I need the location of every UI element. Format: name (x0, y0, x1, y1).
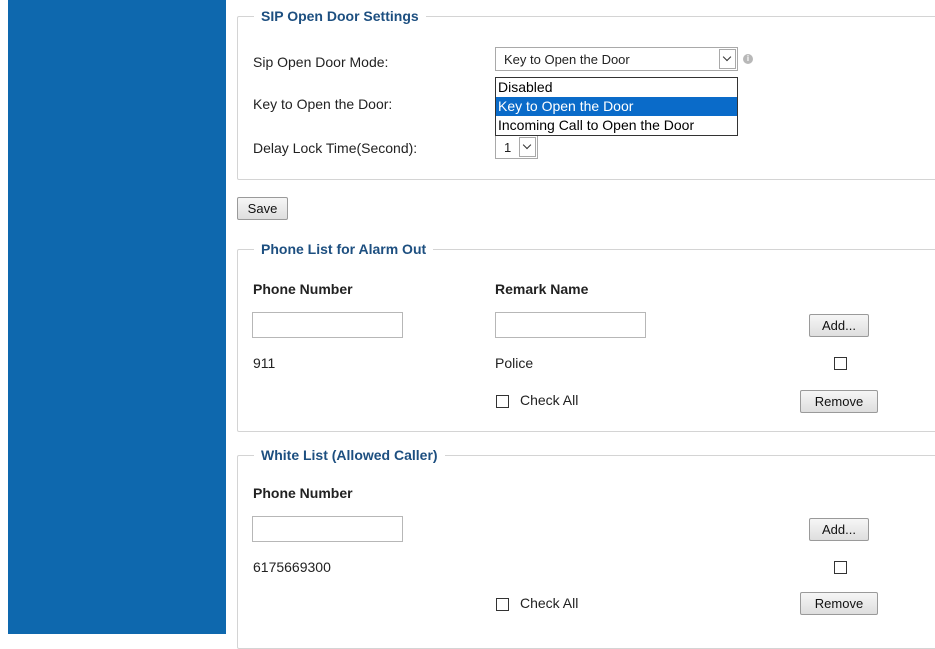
alarm-row-checkbox[interactable] (834, 357, 847, 370)
key-open-door-label: Key to Open the Door: (253, 96, 393, 112)
dropdown-option-incoming-call[interactable]: Incoming Call to Open the Door (496, 116, 737, 135)
alarm-row-phone: 911 (253, 355, 276, 371)
white-phone-number-input[interactable] (252, 516, 403, 542)
delay-lock-time-label: Delay Lock Time(Second): (253, 140, 418, 156)
info-icon[interactable]: i (743, 54, 753, 64)
sidebar (8, 0, 226, 634)
sip-mode-label: Sip Open Door Mode: (253, 54, 389, 70)
delay-lock-time-value: 1 (504, 140, 512, 155)
white-list-legend: White List (Allowed Caller) (261, 447, 438, 463)
alarm-remark-name-header: Remark Name (495, 281, 589, 297)
white-add-button[interactable]: Add... (809, 518, 869, 541)
alarm-phone-number-input[interactable] (252, 312, 403, 338)
chevron-down-icon[interactable] (719, 49, 736, 69)
main-content: SIP Open Door Settings Sip Open Door Mod… (226, 0, 935, 649)
sip-mode-select[interactable]: Key to Open the Door (495, 47, 738, 71)
alarm-check-all-checkbox[interactable] (496, 395, 509, 408)
window-edge (0, 0, 8, 634)
white-row-checkbox[interactable] (834, 561, 847, 574)
alarm-out-legend: Phone List for Alarm Out (261, 241, 427, 257)
save-button[interactable]: Save (237, 197, 288, 220)
white-check-all-checkbox[interactable] (496, 598, 509, 611)
dropdown-option-disabled[interactable]: Disabled (496, 78, 737, 97)
sip-mode-dropdown-list: Disabled Key to Open the Door Incoming C… (495, 77, 738, 136)
delay-lock-time-select[interactable]: 1 (495, 135, 538, 159)
alarm-row-remark: Police (495, 355, 534, 371)
alarm-remark-name-input[interactable] (495, 312, 646, 338)
chevron-down-icon[interactable] (519, 137, 536, 157)
white-remove-button[interactable]: Remove (800, 592, 878, 615)
sip-open-door-legend: SIP Open Door Settings (261, 8, 419, 24)
white-row-phone: 6175669300 (253, 559, 331, 575)
dropdown-option-key-to-open[interactable]: Key to Open the Door (496, 97, 737, 116)
white-list-panel: White List (Allowed Caller) (237, 447, 935, 649)
alarm-check-all-label: Check All (520, 392, 579, 408)
sip-mode-value: Key to Open the Door (504, 52, 630, 67)
alarm-phone-number-header: Phone Number (253, 281, 353, 297)
alarm-add-button[interactable]: Add... (809, 314, 869, 337)
white-phone-number-header: Phone Number (253, 485, 353, 501)
alarm-remove-button[interactable]: Remove (800, 390, 878, 413)
white-check-all-label: Check All (520, 595, 579, 611)
